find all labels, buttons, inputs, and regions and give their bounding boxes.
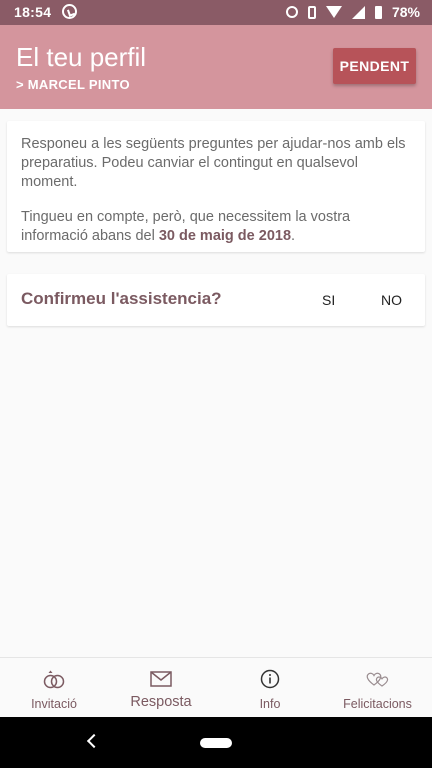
nav-item-resposta[interactable]: Resposta (121, 658, 201, 718)
nav-label: Felicitacions (343, 697, 412, 711)
whatsapp-notification-icon (62, 4, 77, 19)
intro-paragraph: Responeu a les següents preguntes per aj… (21, 136, 406, 190)
wifi-icon (325, 6, 342, 18)
attendance-question: Confirmeu l'assistencia? (21, 289, 222, 308)
signal-icon (351, 5, 365, 19)
attendance-question-card: Confirmeu l'assistencia? SI NO (7, 274, 425, 326)
nav-item-invitacio[interactable]: Invitació (19, 658, 89, 718)
back-icon[interactable] (86, 733, 102, 749)
system-navigation-bar (0, 717, 432, 768)
deadline-paragraph: Tingueu en compte, però, que necessitem … (21, 208, 411, 246)
home-pill-icon[interactable] (200, 738, 232, 748)
nav-label: Invitació (31, 697, 77, 711)
bottom-navigation: Invitació Resposta Info Felicitacions (0, 657, 432, 718)
status-icons: 78% (285, 4, 420, 20)
answer-yes-button[interactable]: SI (322, 292, 335, 308)
deadline-suffix: . (291, 228, 296, 244)
deadline-date: 30 de maig de 2018 (158, 228, 292, 244)
nav-item-felicitacions[interactable]: Felicitacions (330, 658, 425, 718)
envelope-icon (150, 668, 172, 690)
vibrate-icon (307, 5, 316, 19)
alarm-icon (285, 6, 298, 18)
battery-icon (374, 5, 382, 19)
nav-item-info[interactable]: Info (240, 658, 300, 718)
status-time: 18:54 (14, 4, 52, 20)
nav-label: Info (259, 697, 281, 711)
info-card: Responeu a les següents preguntes per aj… (7, 121, 425, 252)
answer-no-button[interactable]: NO (381, 292, 402, 308)
page-title: El teu perfil (16, 42, 147, 72)
rings-icon (42, 668, 66, 690)
app-header: El teu perfil > MARCEL PINTO PENDENT (0, 25, 432, 109)
battery-percentage: 78% (391, 4, 420, 20)
pending-button[interactable]: PENDENT (333, 48, 416, 84)
hearts-icon (365, 668, 391, 690)
info-icon (260, 668, 280, 690)
status-bar: 18:54 78% (0, 0, 432, 25)
profile-name: > MARCEL PINTO (16, 77, 130, 92)
nav-label: Resposta (130, 694, 192, 710)
